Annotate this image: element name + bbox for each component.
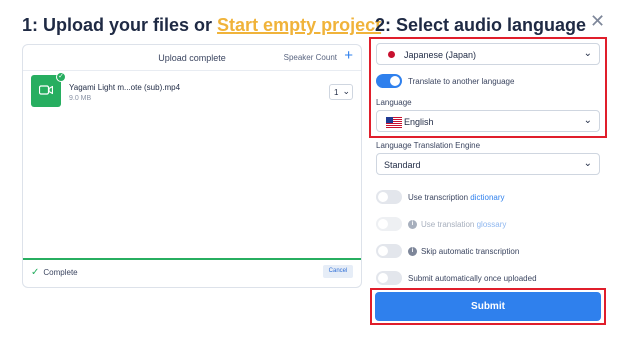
translation-engine-label: Language Translation Engine [376,141,481,150]
auto-submit-toggle[interactable] [376,271,402,285]
chevron-down-icon: ⌄ [342,86,350,96]
target-language-value: English [404,117,434,127]
auto-submit-label: Submit automatically once uploaded [408,274,537,283]
source-language-value: Japanese (Japan) [404,50,477,60]
upload-panel: Upload complete Speaker Count + ✓ Yagami… [22,44,362,288]
close-icon[interactable]: ✕ [590,12,605,30]
upload-title: 1: Upload your files or Start empty proj… [22,15,381,36]
speaker-count-value: 1 [334,88,339,97]
select-language-title: 2: Select audio language [375,15,587,35]
complete-status-label: Complete [43,268,78,277]
video-camera-icon [39,85,53,95]
transcription-dictionary-label: Use transcription dictionary [408,193,505,202]
info-icon: i [408,220,417,229]
upload-check-icon: ✓ [56,72,66,82]
dictionary-link[interactable]: dictionary [470,193,504,202]
translation-glossary-toggle[interactable] [376,217,402,231]
us-flag-icon [386,117,402,128]
translation-glossary-label: Use translation glossary [421,220,506,229]
language-label: Language [376,98,412,107]
chevron-down-icon: ⌄ [583,48,592,59]
cancel-button[interactable]: Cancel [323,265,353,278]
chevron-down-icon: ⌄ [583,115,592,126]
file-name: Yagami Light m...ote (sub).mp4 [69,83,181,92]
skip-transcription-label: Skip automatic transcription [421,247,520,256]
skip-transcription-toggle[interactable] [376,244,402,258]
source-language-select[interactable]: Japanese (Japan) ⌄ [376,43,600,65]
transcription-dictionary-toggle[interactable] [376,190,402,204]
upload-panel-header: Upload complete Speaker Count + [23,45,361,71]
speaker-count-select[interactable]: 1 ⌄ [329,84,353,100]
translate-toggle-label: Translate to another language [408,77,515,86]
info-icon: i [408,247,417,256]
translation-engine-value: Standard [384,160,421,170]
plus-icon[interactable]: + [344,48,353,64]
complete-status: ✓ Complete [31,267,78,278]
translation-glossary-text: Use translation [421,220,475,229]
speaker-count-label: Speaker Count [283,53,337,62]
file-size: 9.0 MB [69,95,92,102]
file-row: ✓ Yagami Light m...ote (sub).mp4 9.0 MB … [31,72,355,113]
submit-button[interactable]: Submit [375,292,601,321]
translation-engine-select[interactable]: Standard ⌄ [376,153,600,175]
transcription-dictionary-text: Use transcription [408,193,469,202]
check-icon: ✓ [31,267,40,278]
japan-flag-icon [388,51,395,58]
glossary-link[interactable]: glossary [477,220,507,229]
target-language-select[interactable]: English ⌄ [376,110,600,132]
chevron-down-icon: ⌄ [583,158,592,169]
upload-progress-bar [23,258,361,260]
upload-title-text: 1: Upload your files or [22,15,213,35]
translate-toggle[interactable] [376,74,402,88]
start-empty-project-link[interactable]: Start empty project [217,15,381,35]
